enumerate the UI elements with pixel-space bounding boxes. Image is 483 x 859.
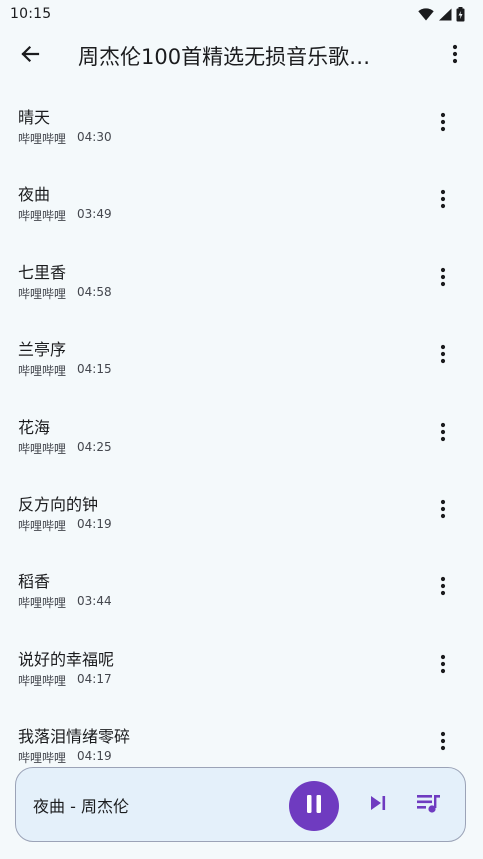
song-list-item[interactable]: 说好的幸福呢 哔哩哔哩 04:17 [0, 632, 483, 709]
song-title: 花海 [18, 417, 51, 437]
song-more-button[interactable] [427, 185, 459, 217]
back-button[interactable] [10, 36, 50, 76]
song-meta: 哔哩哔哩 04:15 [18, 362, 112, 379]
song-meta: 哔哩哔哩 03:49 [18, 207, 112, 224]
song-source: 哔哩哔哩 [18, 596, 67, 611]
status-bar: 10:15 [0, 0, 483, 28]
song-source: 哔哩哔哩 [18, 132, 67, 146]
song-title: 七里香 [18, 262, 67, 282]
song-duration: 04:30 [77, 130, 112, 144]
song-more-button[interactable] [427, 495, 459, 527]
song-title: 夜曲 [18, 185, 51, 205]
song-duration: 04:17 [77, 671, 112, 686]
more-vert-icon [440, 189, 446, 213]
song-more-button[interactable] [427, 418, 459, 450]
song-title: 我落泪情绪零碎 [18, 727, 131, 747]
song-meta: 哔哩哔哩 04:30 [18, 130, 112, 147]
mini-player[interactable]: 夜曲 - 周杰伦 [15, 767, 466, 842]
song-title: 说好的幸福呢 [18, 649, 115, 669]
pause-icon [305, 794, 323, 818]
song-source: 哔哩哔哩 [18, 751, 67, 766]
song-title: 反方向的钟 [18, 494, 99, 514]
song-list-item[interactable]: 兰亭序 哔哩哔哩 04:15 [0, 322, 483, 399]
song-duration: 04:58 [77, 284, 112, 299]
song-list: 晴天 哔哩哔哩 04:30 夜曲 哔哩哔哩 03:49 七里香 哔哩哔哩 04:… [0, 90, 483, 787]
next-track-button[interactable] [362, 789, 394, 821]
song-meta: 哔哩哔哩 04:17 [18, 672, 112, 689]
more-vert-icon [440, 576, 446, 600]
song-more-button[interactable] [427, 108, 459, 140]
song-meta: 哔哩哔哩 04:58 [18, 285, 112, 302]
song-more-button[interactable] [427, 263, 459, 295]
song-source: 哔哩哔哩 [18, 364, 67, 379]
song-source: 哔哩哔哩 [18, 286, 67, 301]
page-title: 周杰伦100首精选无损音乐歌… [78, 45, 371, 69]
song-list-item[interactable]: 花海 哔哩哔哩 04:25 [0, 400, 483, 477]
more-vert-icon [440, 344, 446, 368]
song-more-button[interactable] [427, 650, 459, 682]
screen: 10:15 周杰伦100首精选无损音乐歌… 晴天 哔哩哔哩 04:30 夜曲 哔… [0, 0, 483, 859]
more-vert-icon [440, 654, 446, 678]
song-duration: 04:25 [77, 439, 112, 454]
song-list-item[interactable]: 稻香 哔哩哔哩 03:44 [0, 554, 483, 631]
song-more-button[interactable] [427, 340, 459, 372]
song-list-item[interactable]: 晴天 哔哩哔哩 04:30 [0, 90, 483, 167]
status-time: 10:15 [10, 6, 52, 22]
queue-music-icon [416, 792, 442, 818]
queue-button[interactable] [413, 789, 445, 821]
app-bar: 周杰伦100首精选无损音乐歌… [0, 28, 483, 84]
song-duration: 03:44 [77, 594, 112, 609]
song-source: 哔哩哔哩 [18, 441, 67, 456]
arrow-back-icon [20, 44, 40, 68]
song-meta: 哔哩哔哩 04:25 [18, 440, 112, 457]
wifi-icon [418, 7, 434, 21]
more-vert-icon [440, 422, 446, 446]
song-source: 哔哩哔哩 [18, 518, 67, 533]
more-vert-icon [440, 731, 446, 755]
song-list-item[interactable]: 夜曲 哔哩哔哩 03:49 [0, 167, 483, 244]
song-meta: 哔哩哔哩 04:19 [18, 749, 112, 766]
status-icons [418, 6, 465, 22]
song-source: 哔哩哔哩 [18, 673, 67, 688]
more-vert-icon [440, 499, 446, 523]
play-pause-button[interactable] [289, 781, 339, 831]
now-playing-title: 夜曲 - 周杰伦 [33, 796, 129, 816]
more-vert-icon [440, 267, 446, 291]
song-title: 晴天 [18, 108, 51, 127]
song-meta: 哔哩哔哩 04:19 [18, 517, 112, 534]
song-duration: 04:19 [77, 749, 112, 764]
song-title: 兰亭序 [18, 340, 67, 360]
song-duration: 04:15 [77, 362, 112, 377]
overflow-menu-button[interactable] [435, 36, 475, 76]
song-duration: 04:19 [77, 516, 112, 531]
song-source: 哔哩哔哩 [18, 209, 67, 224]
song-more-button[interactable] [427, 727, 459, 759]
song-meta: 哔哩哔哩 03:44 [18, 594, 112, 611]
battery-icon [456, 6, 465, 22]
song-list-item[interactable]: 七里香 哔哩哔哩 04:58 [0, 245, 483, 322]
song-list-item[interactable]: 反方向的钟 哔哩哔哩 04:19 [0, 477, 483, 554]
song-duration: 03:49 [77, 207, 112, 222]
more-vert-icon [452, 44, 458, 68]
skip-next-icon [369, 795, 387, 815]
song-more-button[interactable] [427, 572, 459, 604]
song-title: 稻香 [18, 572, 51, 592]
more-vert-icon [440, 112, 446, 136]
cellular-icon [438, 8, 452, 21]
